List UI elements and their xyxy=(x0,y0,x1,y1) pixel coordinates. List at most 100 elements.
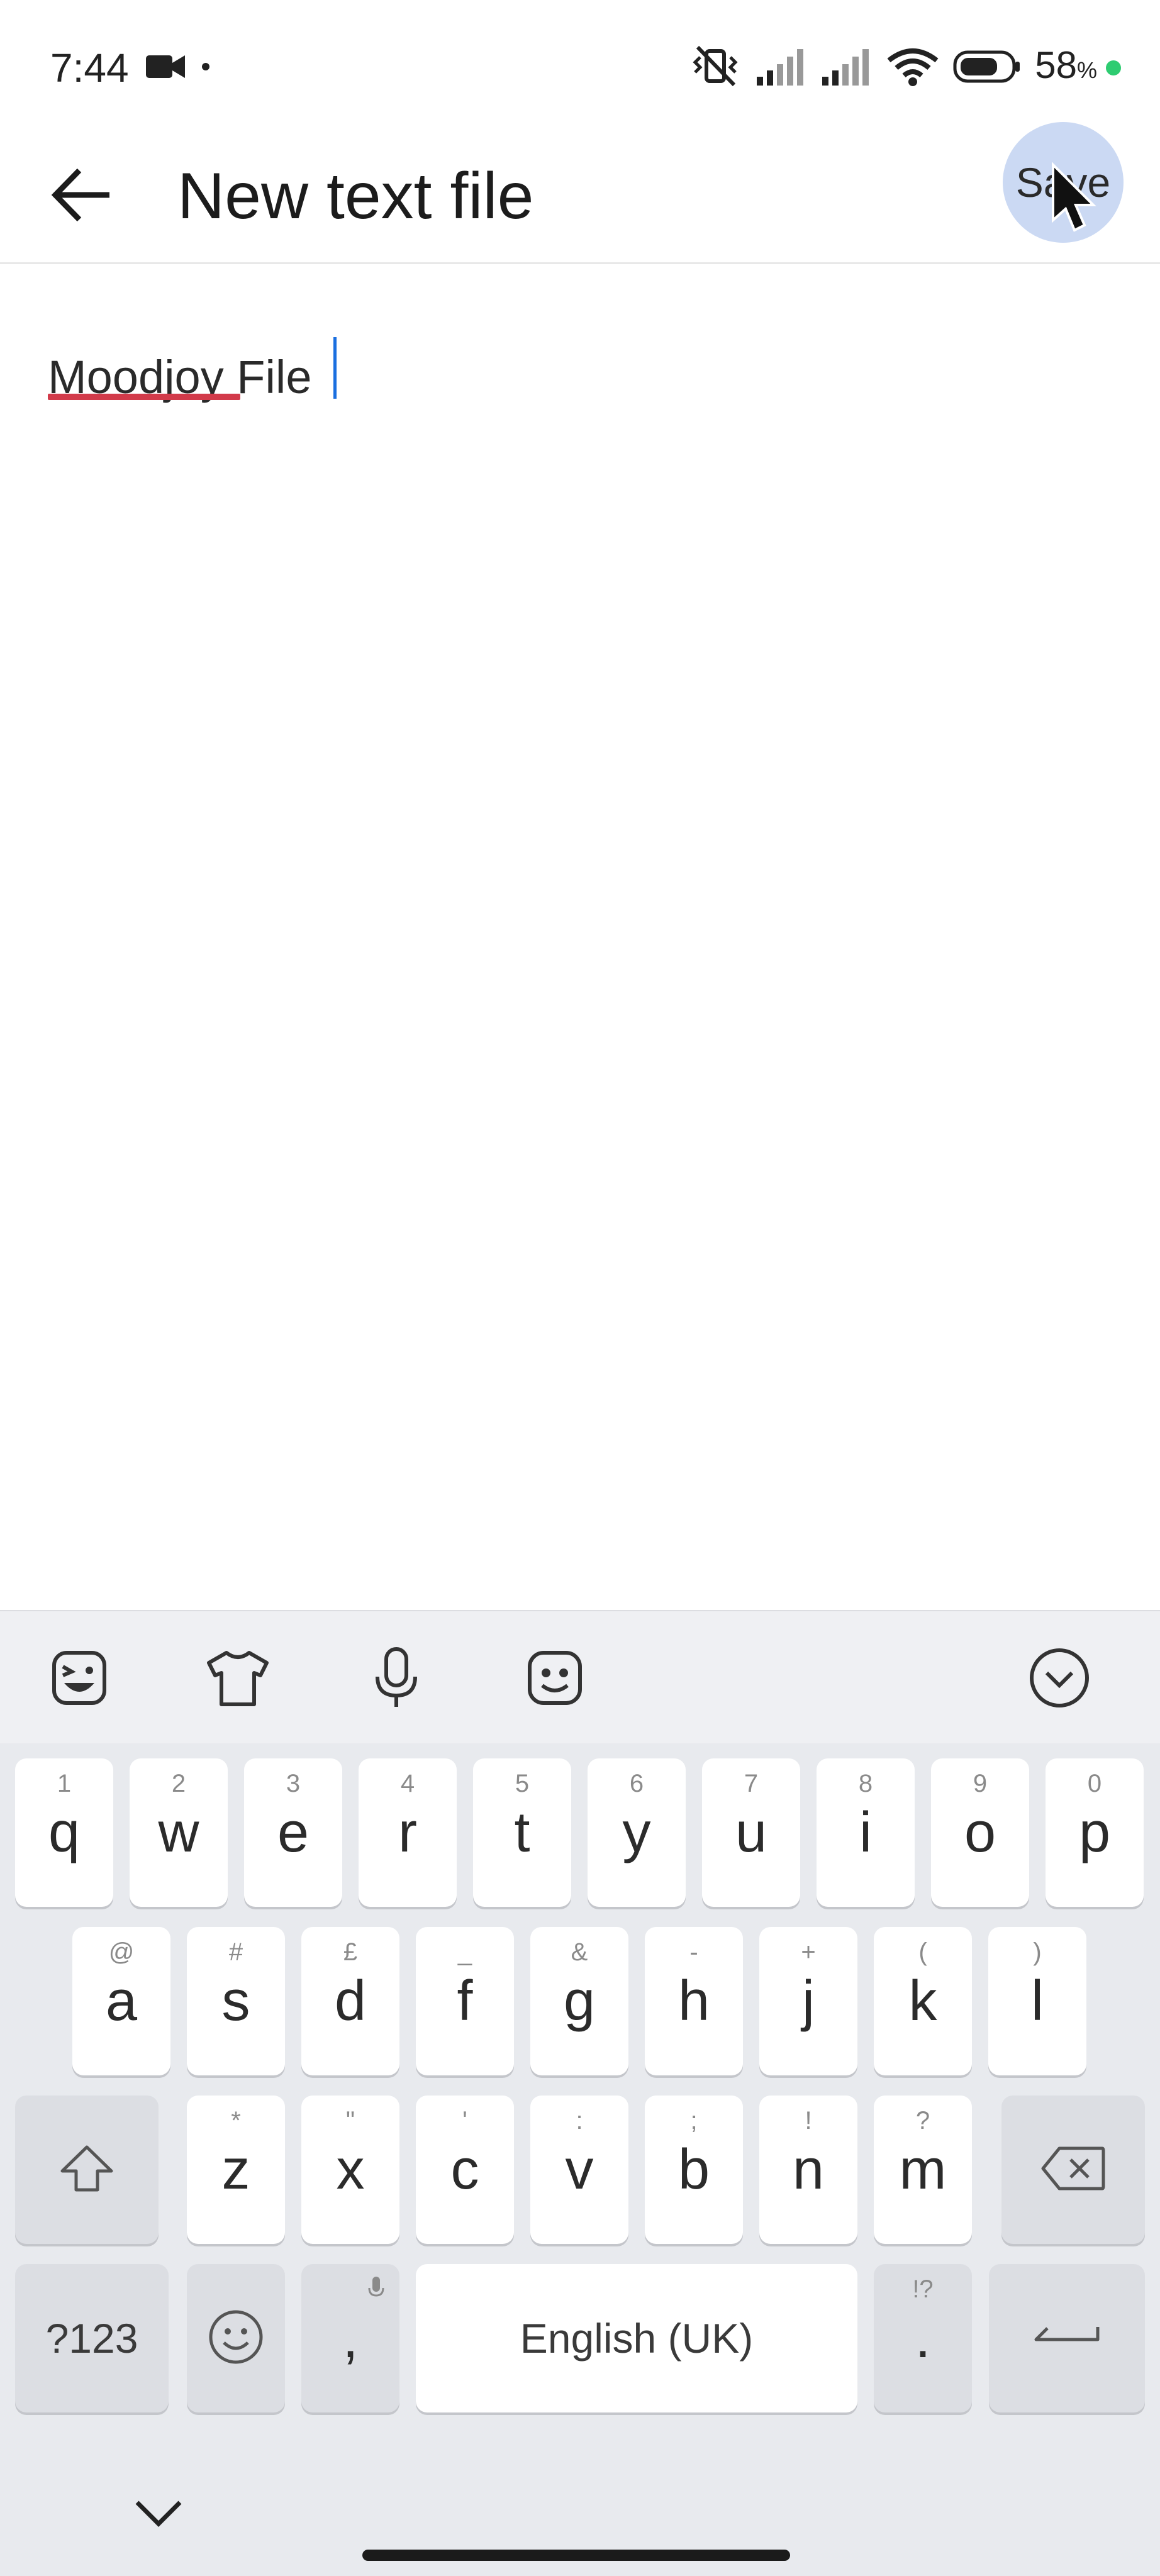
key-hint: : xyxy=(576,2107,583,2135)
key-y[interactable]: 6y xyxy=(588,1758,686,1907)
page-title: New text file xyxy=(177,160,534,233)
battery-percent-value: 58 xyxy=(1035,44,1077,86)
notification-dot-icon xyxy=(201,62,210,74)
key-f[interactable]: _ f xyxy=(416,1927,514,2075)
key-hint: 6 xyxy=(629,1770,644,1797)
shift-key[interactable] xyxy=(15,2096,159,2244)
key-i[interactable]: 8i xyxy=(817,1758,915,1907)
key-hint: 2 xyxy=(171,1770,186,1797)
key-o[interactable]: 9o xyxy=(931,1758,1029,1907)
key-label: h xyxy=(678,1970,710,2033)
key-label: q xyxy=(48,1801,81,1864)
sticker-face-icon[interactable] xyxy=(44,1643,114,1713)
vibrate-off-icon xyxy=(689,45,742,92)
signal-icon xyxy=(756,47,807,90)
key-label: b xyxy=(678,2138,710,2201)
key-q[interactable]: 1q xyxy=(15,1758,113,1907)
key-b[interactable]: ; b xyxy=(645,2096,743,2244)
backspace-key[interactable] xyxy=(1001,2096,1145,2244)
key-label: g xyxy=(563,1970,596,2033)
mouse-pointer-icon xyxy=(1049,162,1100,238)
key-label: n xyxy=(792,2138,825,2201)
key-g[interactable]: & g xyxy=(530,1927,628,2075)
text-editor[interactable] xyxy=(0,264,1160,1610)
key-hint: 0 xyxy=(1087,1770,1102,1797)
key-z[interactable]: * z xyxy=(187,2096,285,2244)
key-label: l xyxy=(1031,1970,1044,2033)
key-n[interactable]: ! n xyxy=(759,2096,857,2244)
key-hint: 7 xyxy=(744,1770,759,1797)
key-h[interactable]: -h xyxy=(645,1927,743,2075)
enter-key[interactable] xyxy=(989,2264,1145,2412)
status-time: 7:44 xyxy=(50,45,129,91)
smiley-icon xyxy=(208,2309,264,2368)
tshirt-theme-icon[interactable] xyxy=(203,1643,273,1713)
emoji-key[interactable] xyxy=(187,2264,285,2412)
key-r[interactable]: 4r xyxy=(359,1758,457,1907)
key-label: p xyxy=(1078,1801,1111,1864)
enter-return-icon xyxy=(1032,2318,1101,2359)
key-hint: £ xyxy=(343,1938,358,1966)
key-label: i xyxy=(859,1801,872,1864)
key-label: w xyxy=(158,1801,199,1864)
emoji-face-icon[interactable] xyxy=(520,1643,590,1713)
space-bar[interactable]: English (UK) xyxy=(416,2264,857,2412)
key-w[interactable]: 2w xyxy=(130,1758,228,1907)
key-j[interactable]: + j xyxy=(759,1927,857,2075)
back-button[interactable] xyxy=(38,152,126,240)
collapse-circle-icon[interactable] xyxy=(1024,1643,1095,1713)
key-label: d xyxy=(334,1970,367,2033)
key-hint: 5 xyxy=(515,1770,530,1797)
key-d[interactable]: £ d xyxy=(301,1927,399,2075)
key-hint: " xyxy=(345,2107,355,2135)
key-l[interactable]: ) l xyxy=(988,1927,1086,2075)
backspace-icon xyxy=(1040,2146,1106,2194)
key-hint: ; xyxy=(690,2107,698,2135)
key-x[interactable]: " x xyxy=(301,2096,399,2244)
key-hint: ( xyxy=(918,1938,927,1966)
key-m[interactable]: ? m xyxy=(874,2096,972,2244)
app-bar: New text file xyxy=(0,126,1160,264)
key-hint: ? xyxy=(915,2107,930,2135)
microphone-icon[interactable] xyxy=(361,1643,432,1713)
wifi-icon xyxy=(886,47,939,90)
key-hint: _ xyxy=(457,1938,472,1966)
keyboard-toolbar xyxy=(0,1610,1160,1743)
key-hint: 1 xyxy=(57,1770,72,1797)
key-hint: 4 xyxy=(400,1770,415,1797)
key-p[interactable]: 0p xyxy=(1046,1758,1144,1907)
charging-dot-icon xyxy=(1106,60,1121,75)
key-label: j xyxy=(802,1970,815,2033)
key-hint: 9 xyxy=(973,1770,988,1797)
key-s[interactable]: # s xyxy=(187,1927,285,2075)
video-camera-icon xyxy=(146,53,185,84)
key-label: e xyxy=(277,1801,310,1864)
key-label: c xyxy=(450,2138,479,2201)
key-hint: * xyxy=(231,2107,241,2135)
chevron-down-icon xyxy=(133,2497,184,2532)
key-label: a xyxy=(105,1970,138,2033)
key-label: x xyxy=(336,2138,365,2201)
comma-key[interactable]: , xyxy=(301,2264,399,2412)
key-label: y xyxy=(622,1801,651,1864)
hide-keyboard-button[interactable] xyxy=(126,2482,191,2547)
key-u[interactable]: 7u xyxy=(702,1758,800,1907)
text-caret xyxy=(333,337,337,399)
key-hint: @ xyxy=(108,1938,135,1966)
key-c[interactable]: ' c xyxy=(416,2096,514,2244)
space-bar-label: English (UK) xyxy=(520,2315,754,2362)
home-indicator[interactable] xyxy=(362,2550,790,2561)
status-right-icons: 58% xyxy=(689,42,1121,94)
key-v[interactable]: :v xyxy=(530,2096,628,2244)
key-a[interactable]: @ a xyxy=(72,1927,170,2075)
key-t[interactable]: 5t xyxy=(473,1758,571,1907)
key-hint: ' xyxy=(462,2107,467,2135)
period-key[interactable]: !? . xyxy=(874,2264,972,2412)
symbols-key-label: ?123 xyxy=(45,2315,138,2362)
key-label: r xyxy=(398,1801,417,1864)
symbols-key[interactable]: ?123 xyxy=(15,2264,169,2412)
key-e[interactable]: 3e xyxy=(244,1758,342,1907)
key-label: v xyxy=(565,2138,594,2201)
key-k[interactable]: (k xyxy=(874,1927,972,2075)
key-label: t xyxy=(514,1801,530,1864)
